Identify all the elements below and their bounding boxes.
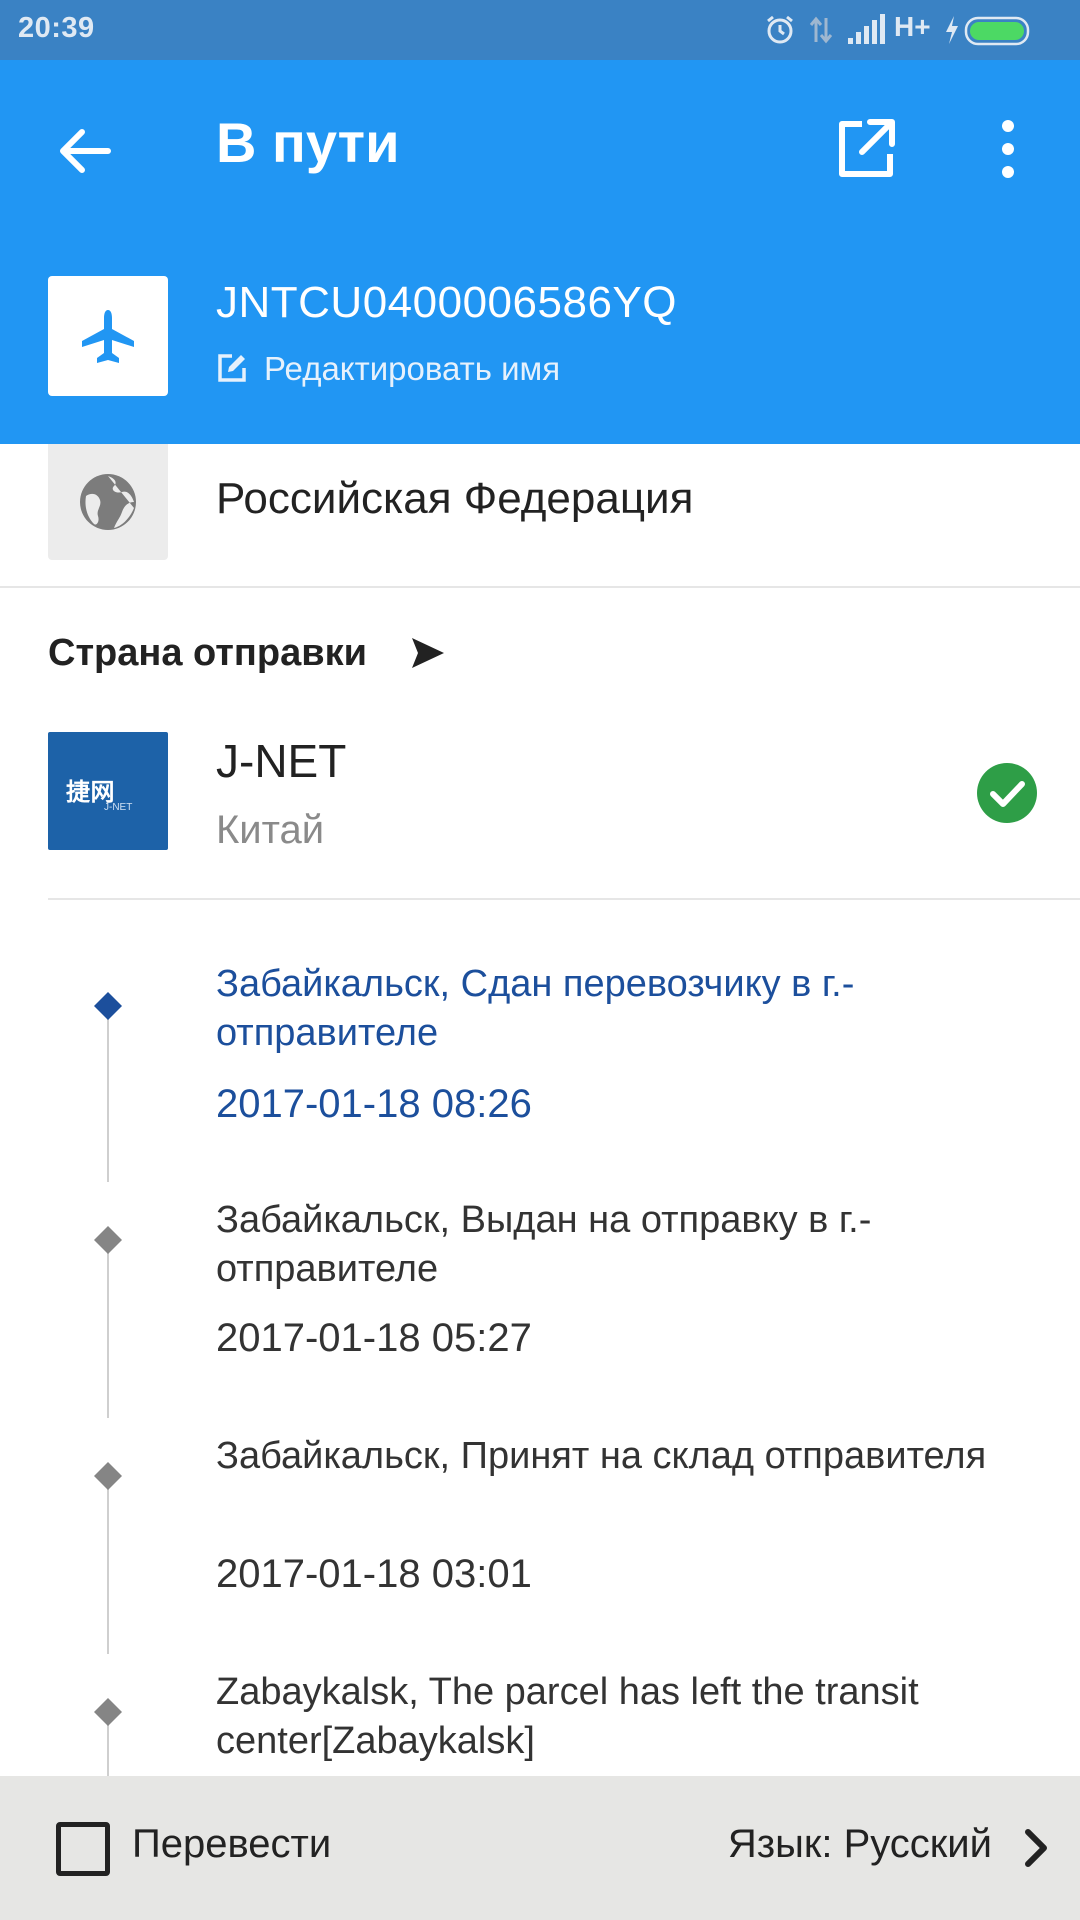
timeline-line xyxy=(107,1248,109,1418)
language-label: Язык: Русский xyxy=(727,1822,992,1866)
app-bar: В пути JNTCU0400006586YQ Редактировать и… xyxy=(0,60,1080,444)
check-circle-icon xyxy=(977,763,1037,823)
event-description: Забайкальск, Принят на склад отправителя xyxy=(216,1435,987,1477)
carrier-name: J-NET xyxy=(216,735,347,787)
tracking-timeline: Забайкальск, Сдан перевозчику в г.-отпра… xyxy=(0,900,1080,1776)
event-description: Забайкальск, Сдан перевозчику в г.-отпра… xyxy=(216,963,855,1054)
status-bar: 20:39 H+ xyxy=(0,0,1080,60)
edit-icon xyxy=(218,354,246,382)
carrier-type-tile xyxy=(48,276,168,396)
diamond-marker-icon xyxy=(94,992,122,1020)
arrow-left-icon xyxy=(60,129,111,173)
timeline-line xyxy=(107,1720,109,1776)
battery-icon xyxy=(964,16,1030,46)
event-description: Забайкальск, Выдан на отправку в г.-отпр… xyxy=(216,1199,872,1290)
timeline-line xyxy=(107,1484,109,1654)
airplane-icon xyxy=(82,310,134,363)
event-time: 2017-01-18 05:27 xyxy=(216,1316,532,1360)
event-time: 2017-01-18 08:26 xyxy=(216,1082,532,1126)
destination-row: Российская Федерация xyxy=(0,444,1080,588)
diamond-marker-icon xyxy=(94,1698,122,1726)
data-transfer-icon xyxy=(809,16,833,44)
open-external-button[interactable] xyxy=(830,114,900,184)
tracking-number: JNTCU0400006586YQ xyxy=(216,278,677,327)
event-description: Zabaykalsk, The parcel has left the tran… xyxy=(216,1671,919,1762)
carrier-country: Китай xyxy=(216,808,325,852)
diamond-marker-icon xyxy=(94,1462,122,1490)
status-time: 20:39 xyxy=(18,12,95,44)
screen: 20:39 H+ В пути JNTCU0400006586YQ Редакт… xyxy=(0,0,1080,1920)
signal-icon xyxy=(848,14,885,44)
send-icon xyxy=(412,638,444,668)
event-time: 2017-01-18 03:01 xyxy=(216,1552,532,1596)
more-vertical-icon xyxy=(1002,120,1014,178)
open-external-icon xyxy=(839,119,895,177)
status-icons: H+ xyxy=(764,10,1064,50)
network-type: H+ xyxy=(894,11,931,42)
edit-name-label: Редактировать имя xyxy=(264,350,561,387)
bottom-bar: Перевести Язык: Русский xyxy=(0,1776,1080,1920)
timeline-line xyxy=(107,1012,109,1182)
page-title: В пути xyxy=(216,111,400,174)
alarm-icon xyxy=(767,15,793,44)
translate-label: Перевести xyxy=(132,1822,332,1866)
carrier-logo: 捷网 J-NET xyxy=(48,732,168,850)
carrier-logo-subtext: J-NET xyxy=(104,802,133,813)
language-selector[interactable]: Язык: Русский xyxy=(670,1820,1050,1876)
back-button[interactable] xyxy=(50,116,120,186)
translate-checkbox[interactable] xyxy=(56,1822,110,1876)
globe-icon xyxy=(80,474,136,530)
chevron-right-icon xyxy=(1025,1829,1047,1867)
diamond-marker-icon xyxy=(94,1226,122,1254)
destination-tile xyxy=(48,444,168,560)
origin-heading: Страна отправки xyxy=(48,632,367,674)
more-options-button[interactable] xyxy=(980,114,1036,184)
charging-icon xyxy=(946,16,958,44)
destination-country: Российская Федерация xyxy=(216,474,694,523)
